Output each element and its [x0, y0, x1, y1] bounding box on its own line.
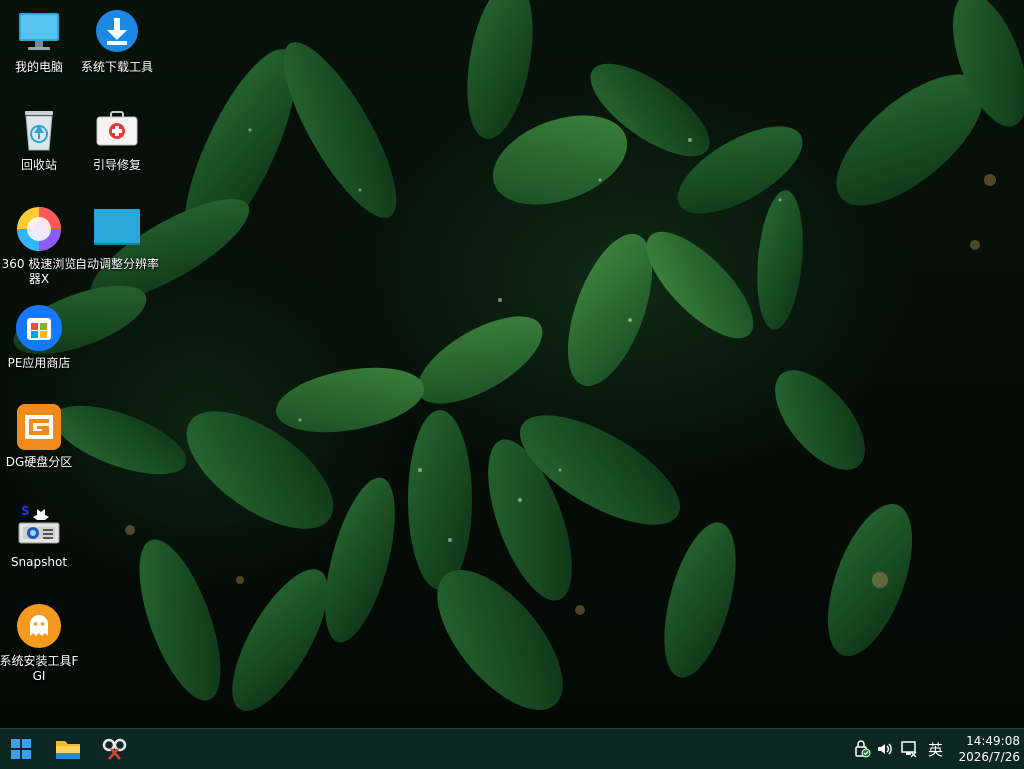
desktop-icon-360-browser[interactable]: 360 极速浏览器X: [0, 205, 81, 287]
desktop-icon-auto-resolution[interactable]: 自动调整分辨率: [75, 205, 159, 272]
store-icon: [15, 304, 63, 352]
clock-time: 14:49:08: [966, 734, 1020, 748]
desktop-icon-label: 自动调整分辨率: [75, 257, 160, 271]
input-method-indicator[interactable]: 英: [928, 739, 943, 760]
network-disconnected-icon[interactable]: [900, 740, 918, 758]
desktop-icon-my-computer[interactable]: 我的电脑: [0, 8, 81, 75]
snipping-tool-icon: [102, 738, 127, 760]
desktop-icon-fgi-installer[interactable]: 系统安装工具FGI: [0, 602, 81, 684]
volume-icon[interactable]: [876, 740, 894, 758]
taskbar-file-explorer[interactable]: [48, 733, 88, 765]
browser-360-icon: [15, 205, 63, 253]
desktop-icon-recycle-bin[interactable]: 回收站: [0, 106, 81, 173]
svg-text:S: S: [21, 504, 30, 518]
desktop-icon-label: 我的电脑: [14, 60, 63, 74]
system-clock[interactable]: 14:49:08 2026/7/26: [952, 733, 1020, 765]
taskbar: 英 14:49:08 2026/7/26: [0, 728, 1024, 769]
desktop-icon-boot-repair[interactable]: 引导修复: [75, 106, 159, 173]
desktop-icon-label: 360 极速浏览器X: [1, 257, 77, 286]
start-button[interactable]: [1, 733, 41, 765]
computer-icon: [15, 8, 63, 56]
display-icon: [93, 205, 141, 253]
download-icon: [93, 8, 141, 56]
desktop-icon-pe-app-store[interactable]: PE应用商店: [0, 304, 81, 371]
desktop-icon-label: 系统下载工具: [80, 60, 153, 74]
desktop-icon-dg-partition[interactable]: DG硬盘分区: [0, 403, 81, 470]
recycle-bin-icon: [15, 106, 63, 154]
usb-device-icon[interactable]: [853, 740, 871, 758]
taskbar-snipping-tool[interactable]: [95, 733, 135, 765]
snapshot-icon: S: [15, 503, 63, 551]
desktop-icon-label: Snapshot: [10, 555, 68, 569]
desktop-icon-label: 系统安装工具FGI: [0, 654, 79, 683]
clock-date: 2026/7/26: [958, 750, 1020, 764]
desktop-icon-label: 引导修复: [92, 158, 141, 172]
diskgenius-icon: [15, 403, 63, 451]
repair-kit-icon: [93, 106, 141, 154]
desktop-icon-label: DG硬盘分区: [5, 455, 73, 469]
desktop-icon-label: 回收站: [20, 158, 57, 172]
ghost-installer-icon: [15, 602, 63, 650]
desktop-icon-snapshot[interactable]: S Snapshot: [0, 503, 81, 570]
desktop-icon-label: PE应用商店: [7, 356, 71, 370]
windows-start-icon: [11, 739, 31, 759]
file-explorer-icon: [56, 741, 80, 759]
desktop-icon-download-tool[interactable]: 系统下载工具: [75, 8, 159, 75]
